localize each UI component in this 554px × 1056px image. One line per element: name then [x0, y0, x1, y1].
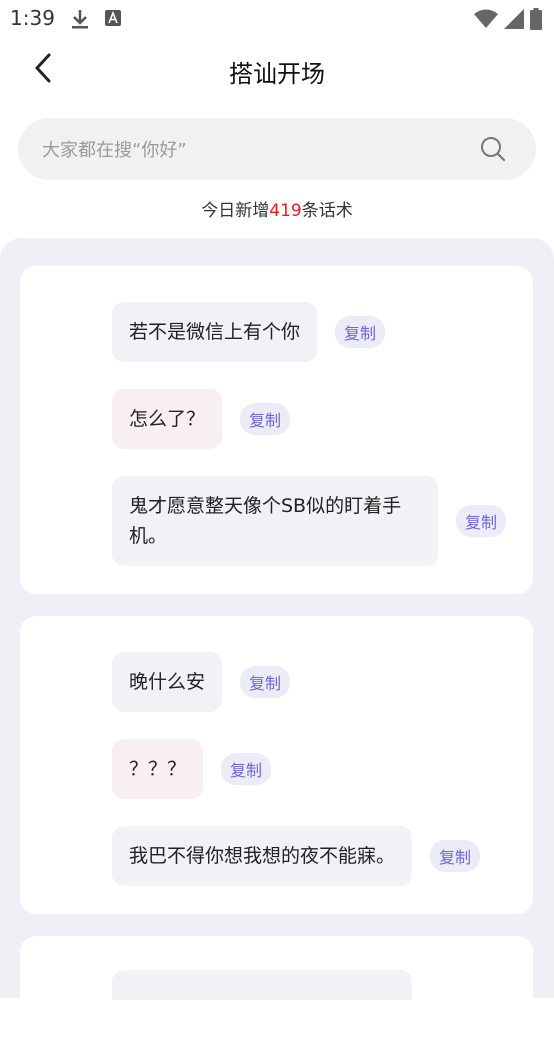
message-bubble-partial	[112, 970, 412, 1000]
message-bubble: 晚什么安	[112, 652, 223, 712]
copy-button[interactable]: 复制	[335, 316, 386, 348]
page-title: 搭讪开场	[229, 60, 325, 88]
search-bar[interactable]	[18, 118, 536, 182]
script-card: 若不是微信上有个你 复制 怎么了？ 复制 鬼才愿意整天像个SB似的盯着手机。 复…	[20, 266, 533, 594]
copy-button[interactable]: 复制	[240, 403, 291, 435]
message-row: 鬼才愿意整天像个SB似的盯着手机。 复制	[112, 476, 507, 566]
wifi-icon	[474, 9, 498, 33]
message-row: 若不是微信上有个你 复制	[112, 302, 386, 362]
font-app-icon	[105, 10, 121, 30]
status-indicators	[474, 8, 542, 34]
script-card	[20, 936, 533, 1056]
status-bar: 1:39	[0, 0, 554, 38]
message-row: ？？？ 复制	[112, 739, 272, 799]
status-time: 1:39	[10, 6, 55, 30]
copy-button[interactable]: 复制	[430, 840, 481, 872]
message-row: 怎么了？ 复制	[112, 389, 291, 449]
reply-bubble: 怎么了？	[112, 389, 223, 449]
daily-prefix: 今日新增	[201, 201, 270, 221]
copy-button[interactable]: 复制	[456, 505, 507, 537]
message-bubble: 鬼才愿意整天像个SB似的盯着手机。	[112, 476, 438, 566]
download-icon	[70, 8, 90, 34]
reply-bubble: ？？？	[112, 739, 204, 799]
battery-icon	[530, 8, 542, 34]
signal-icon	[504, 9, 524, 33]
daily-suffix: 条话术	[301, 201, 353, 221]
script-card: 晚什么安 复制 ？？？ 复制 我巴不得你想我想的夜不能寐。 复制	[20, 616, 533, 914]
daily-new-count: 今日新增419条话术	[0, 196, 554, 221]
message-row: 晚什么安 复制	[112, 652, 291, 712]
search-input[interactable]	[40, 118, 464, 182]
message-bubble: 若不是微信上有个你	[112, 302, 318, 362]
copy-button[interactable]: 复制	[221, 753, 272, 785]
daily-count-number: 419	[269, 201, 302, 221]
script-list: 若不是微信上有个你 复制 怎么了？ 复制 鬼才愿意整天像个SB似的盯着手机。 复…	[0, 238, 554, 1056]
message-row: 我巴不得你想我想的夜不能寐。 复制	[112, 826, 481, 886]
message-bubble: 我巴不得你想我想的夜不能寐。	[112, 826, 413, 886]
search-icon[interactable]	[480, 136, 506, 162]
copy-button[interactable]: 复制	[240, 666, 291, 698]
header: 搭讪开场	[0, 40, 554, 100]
